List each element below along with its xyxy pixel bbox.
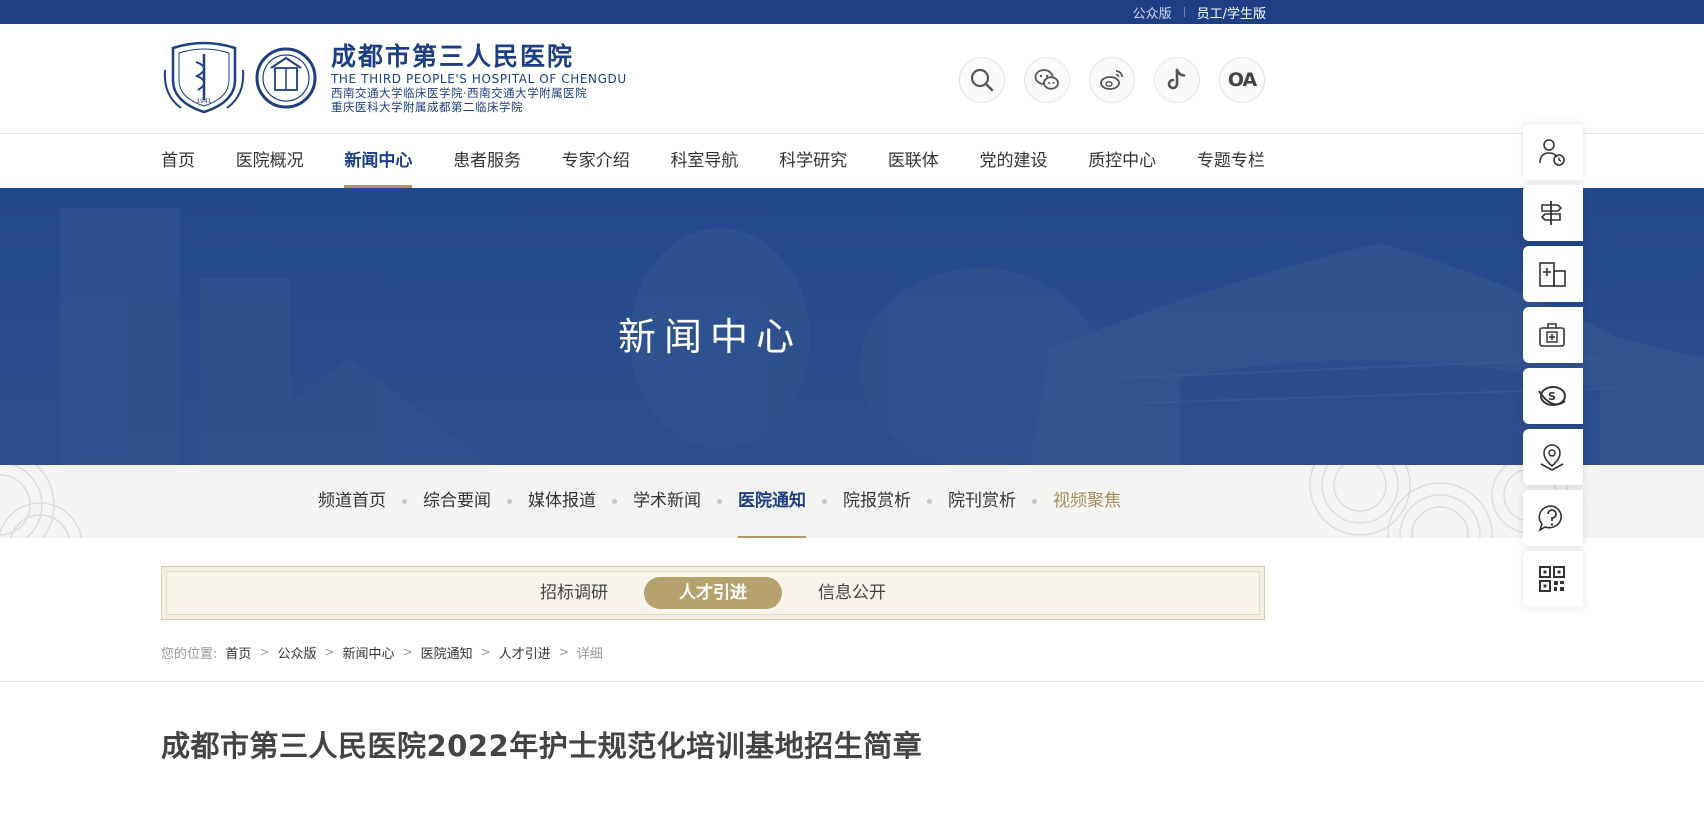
- nav-item-news-center[interactable]: 新闻中心: [344, 135, 413, 188]
- nav-item-experts[interactable]: 专家介绍: [562, 135, 630, 188]
- version-links: 公众版 员工/学生版: [1133, 0, 1266, 24]
- qr-code-icon: [1539, 566, 1565, 592]
- float-consult-button[interactable]: [1523, 490, 1583, 546]
- subnav-item-media-reports[interactable]: 媒体报道: [528, 465, 596, 538]
- header-tools: OA: [959, 57, 1265, 103]
- douyin-button[interactable]: [1154, 57, 1200, 103]
- oa-button[interactable]: OA: [1219, 57, 1265, 103]
- page-banner: 新闻中心: [0, 188, 1704, 465]
- float-doctor-schedule-button[interactable]: [1523, 124, 1583, 180]
- tabs-inner: 招标调研 人才引进 信息公开: [166, 571, 1260, 615]
- hospital-building-icon: [1539, 262, 1566, 287]
- tab-tender-research[interactable]: 招标调研: [540, 577, 608, 609]
- nav-item-departments[interactable]: 科室导航: [670, 135, 738, 188]
- wechat-icon: [1034, 69, 1059, 90]
- subnav-item-academic-news[interactable]: 学术新闻: [633, 465, 701, 538]
- chevron-right-icon: >: [480, 645, 491, 659]
- weibo-icon: [1100, 70, 1123, 90]
- nav-item-party-building[interactable]: 党的建设: [980, 135, 1048, 188]
- chevron-right-icon: >: [558, 645, 569, 659]
- news-subnav: 频道首页 综合要闻 媒体报道 学术新闻 医院通知 院报赏析 院刊赏析 视频聚焦: [0, 465, 1704, 538]
- subnav-item-video-focus[interactable]: 视频聚焦: [1053, 465, 1121, 538]
- wechat-button[interactable]: [1024, 57, 1070, 103]
- float-guide-button[interactable]: [1523, 185, 1583, 241]
- tab-information-disclosure[interactable]: 信息公开: [818, 577, 886, 609]
- breadcrumb-item-news-center[interactable]: 新闻中心: [343, 643, 395, 662]
- float-medical-kit-button[interactable]: [1523, 307, 1583, 363]
- main-nav: 首页 医院概况 新闻中心 患者服务 专家介绍 科室导航 科学研究 医联体 党的建…: [161, 135, 1265, 188]
- subnav-item-journal[interactable]: 院刊赏析: [948, 465, 1016, 538]
- nav-item-medical-alliance[interactable]: 医联体: [888, 135, 939, 188]
- signpost-icon: [1540, 201, 1563, 225]
- notice-category-tabs: 招标调研 人才引进 信息公开: [161, 566, 1265, 620]
- search-icon: [970, 68, 994, 92]
- float-social-insurance-button[interactable]: S: [1523, 368, 1583, 424]
- nav-item-quality-control[interactable]: 质控中心: [1088, 135, 1156, 188]
- hospital-name-cn: 成都市第三人民医院: [331, 42, 575, 71]
- article-title: 成都市第三人民医院2022年护士规范化培训基地招生简章: [161, 729, 923, 763]
- subnav-separator: [1032, 499, 1037, 504]
- hospital-affiliation-1: 西南交通大学临床医学院·西南交通大学附属医院: [331, 86, 588, 100]
- floating-sidebar: S: [1523, 124, 1583, 612]
- float-qrcode-button[interactable]: [1523, 551, 1583, 607]
- breadcrumb-item-hospital-notices[interactable]: 医院通知: [421, 643, 473, 662]
- divider: [1183, 7, 1185, 17]
- chevron-right-icon: >: [259, 645, 270, 659]
- chevron-right-icon: >: [324, 645, 335, 659]
- breadcrumb-item-public[interactable]: 公众版: [277, 643, 316, 662]
- subnav-separator: [822, 499, 827, 504]
- hospital-logo[interactable]: 1941 成都市第三人民医院 THE THIRD PEOPLE'S HOSPIT…: [161, 40, 627, 116]
- weibo-button[interactable]: [1089, 57, 1135, 103]
- nav-item-overview[interactable]: 医院概况: [236, 135, 304, 188]
- help-chat-icon: [1538, 505, 1562, 532]
- oa-label: OA: [1227, 69, 1257, 91]
- breadcrumb-item-home[interactable]: 首页: [225, 643, 251, 662]
- float-hospital-button[interactable]: [1523, 246, 1583, 302]
- subnav-item-channel-home[interactable]: 频道首页: [318, 465, 386, 538]
- subnav-separator: [402, 499, 407, 504]
- location-pin-icon: [1540, 444, 1564, 471]
- top-utility-bar: 公众版 员工/学生版: [0, 0, 1704, 24]
- medical-kit-icon: [1539, 323, 1565, 347]
- search-button[interactable]: [959, 57, 1005, 103]
- doctor-clock-icon: [1539, 139, 1565, 166]
- nav-item-patient-services[interactable]: 患者服务: [453, 135, 521, 188]
- content-divider: [0, 681, 1704, 682]
- douyin-icon: [1167, 68, 1186, 90]
- site-header: 1941 成都市第三人民医院 THE THIRD PEOPLE'S HOSPIT…: [0, 24, 1704, 134]
- nav-item-special-topics[interactable]: 专题专栏: [1197, 135, 1265, 188]
- social-insurance-icon: S: [1538, 386, 1566, 406]
- banner-title: 新闻中心: [617, 315, 802, 359]
- tab-talent-recruitment[interactable]: 人才引进: [644, 577, 782, 609]
- nav-item-home[interactable]: 首页: [161, 135, 195, 188]
- staff-version-link[interactable]: 员工/学生版: [1197, 3, 1266, 22]
- subnav-item-general-news[interactable]: 综合要闻: [423, 465, 491, 538]
- subnav-item-newspaper[interactable]: 院报赏析: [843, 465, 911, 538]
- emblem-year: 1941: [196, 98, 211, 105]
- float-location-button[interactable]: [1523, 429, 1583, 485]
- hospital-emblem-icon: 1941: [163, 41, 245, 114]
- hospital-name-en: THE THIRD PEOPLE'S HOSPITAL OF CHENGDU: [331, 72, 627, 86]
- nav-item-research[interactable]: 科学研究: [779, 135, 847, 188]
- breadcrumb-item-detail: 详细: [576, 646, 603, 662]
- chevron-right-icon: >: [402, 645, 413, 659]
- university-emblem-icon: [255, 47, 317, 109]
- breadcrumb-label: 您的位置:: [161, 646, 218, 662]
- svg-text:S: S: [1548, 390, 1556, 403]
- subnav-separator: [927, 499, 932, 504]
- subnav-separator: [717, 499, 722, 504]
- subnav-items: 频道首页 综合要闻 媒体报道 学术新闻 医院通知 院报赏析 院刊赏析 视频聚焦: [318, 465, 1121, 538]
- logo-text: 成都市第三人民医院 THE THIRD PEOPLE'S HOSPITAL OF…: [331, 42, 627, 114]
- subnav-separator: [612, 499, 617, 504]
- breadcrumb-item-talent-recruitment[interactable]: 人才引进: [499, 643, 551, 662]
- subnav-separator: [507, 499, 512, 504]
- subnav-item-hospital-notices[interactable]: 医院通知: [738, 465, 806, 538]
- hospital-affiliation-2: 重庆医科大学附属成都第二临床学院: [331, 100, 523, 114]
- breadcrumb: 您的位置: 首页 > 公众版 > 新闻中心 > 医院通知 > 人才引进 > 详细: [161, 643, 603, 662]
- public-version-link[interactable]: 公众版: [1133, 3, 1172, 22]
